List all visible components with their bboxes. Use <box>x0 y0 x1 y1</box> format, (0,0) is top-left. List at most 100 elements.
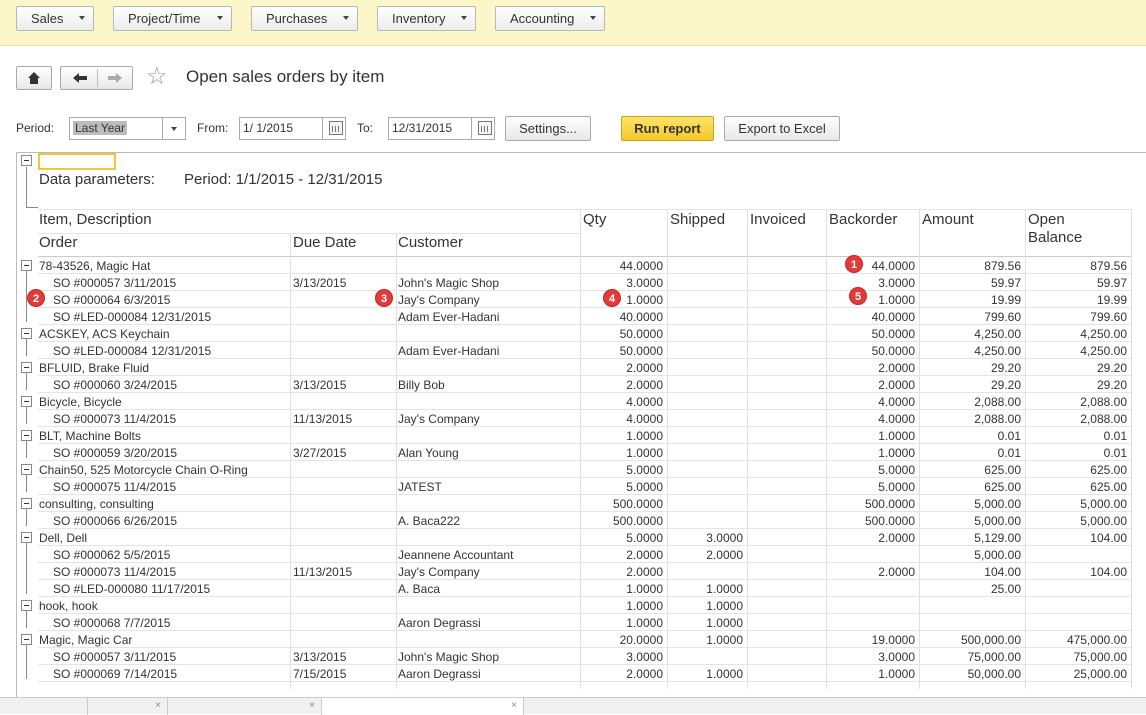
amount-cell: 625.00 <box>984 463 1021 477</box>
header-open-balance-line2: Balance <box>1028 229 1083 246</box>
qty-cell: 3.0000 <box>626 650 663 664</box>
due-date-cell: 11/13/2015 <box>293 565 353 579</box>
qty-cell: 1.0000 <box>626 293 663 307</box>
due-date-cell: 3/13/2015 <box>293 650 347 664</box>
backorder-cell: 5.0000 <box>878 463 915 477</box>
open-cell: 799.60 <box>1090 310 1127 324</box>
header-item-description: Item, Description <box>39 211 152 228</box>
close-icon[interactable]: × <box>155 700 161 711</box>
customer-cell: Jay's Company <box>398 412 480 426</box>
order-label: SO #000060 3/24/2015 <box>53 378 178 392</box>
amount-cell: 5,000.00 <box>974 548 1021 562</box>
order-label: SO #000075 11/4/2015 <box>53 480 177 494</box>
qty-cell: 5.0000 <box>626 531 663 545</box>
window-tab[interactable]: × <box>88 698 168 715</box>
shipped-cell: 1.0000 <box>706 616 743 630</box>
annotation-badge-3: 3 <box>375 289 393 307</box>
window-tab-active[interactable]: × <box>322 698 524 715</box>
shipped-cell: 1.0000 <box>706 599 743 613</box>
page-title: Open sales orders by item <box>186 67 385 86</box>
order-label: SO #000064 6/3/2015 <box>53 293 171 307</box>
menu-project-time[interactable]: Project/Time <box>113 6 232 31</box>
customer-cell: Alan Young <box>398 446 459 460</box>
chevron-down-icon <box>217 16 223 20</box>
chevron-down-icon <box>461 16 467 20</box>
collapse-icon[interactable] <box>21 464 32 475</box>
settings-button[interactable]: Settings... <box>505 116 591 141</box>
qty-cell: 1.0000 <box>626 599 663 613</box>
calendar-icon[interactable] <box>471 118 494 139</box>
customer-cell: John's Magic Shop <box>398 650 500 664</box>
open-cell: 879.56 <box>1090 259 1127 273</box>
item-group-label: ACSKEY, ACS Keychain <box>39 327 170 341</box>
amount-cell: 5,000.00 <box>974 514 1021 528</box>
to-date-input[interactable]: 12/31/2015 <box>388 117 495 140</box>
menu-inventory[interactable]: Inventory <box>377 6 476 31</box>
item-group-label: Bicycle, Bicycle <box>39 395 122 409</box>
customer-cell: Billy Bob <box>398 378 445 392</box>
customer-cell: John's Magic Shop <box>398 276 500 290</box>
chevron-down-icon <box>343 16 349 20</box>
favorite-star-icon[interactable]: ☆ <box>146 64 168 90</box>
backorder-cell: 500.0000 <box>864 514 915 528</box>
annotation-badge-1: 1 <box>845 255 863 273</box>
qty-cell: 5.0000 <box>626 480 663 494</box>
qty-cell: 3.0000 <box>626 276 663 290</box>
period-select[interactable]: Last Year <box>69 117 186 140</box>
report-table: Data parameters: Period: 1/1/2015 - 12/3… <box>16 152 1146 697</box>
collapse-icon[interactable] <box>21 532 32 543</box>
cell-cursor[interactable] <box>38 153 116 170</box>
qty-cell: 2.0000 <box>626 565 663 579</box>
history-nav <box>60 66 133 90</box>
chevron-down-icon[interactable] <box>162 118 185 139</box>
menu-purchases[interactable]: Purchases <box>251 6 358 31</box>
customer-cell: A. Baca <box>398 582 441 596</box>
open-cell: 625.00 <box>1090 463 1127 477</box>
order-label: SO #000059 3/20/2015 <box>53 446 178 460</box>
annotation-badge-4: 4 <box>603 289 621 307</box>
backorder-cell: 19.0000 <box>871 633 915 647</box>
collapse-icon[interactable] <box>21 260 32 271</box>
open-cell: 104.00 <box>1090 565 1127 579</box>
open-cell: 4,250.00 <box>1080 327 1127 341</box>
backorder-cell: 1.0000 <box>878 293 915 307</box>
params-value: Period: 1/1/2015 - 12/31/2015 <box>184 171 383 188</box>
menu-label: Inventory <box>392 11 446 26</box>
menu-sales[interactable]: Sales <box>16 6 94 31</box>
order-label: SO #000068 7/7/2015 <box>53 616 171 630</box>
export-excel-button[interactable]: Export to Excel <box>724 116 840 141</box>
calendar-icon[interactable] <box>322 118 345 139</box>
collapse-icon[interactable] <box>21 600 32 611</box>
window-tab[interactable]: × <box>168 698 322 715</box>
close-icon[interactable]: × <box>511 700 517 711</box>
from-date-input[interactable]: 1/ 1/2015 <box>239 117 346 140</box>
amount-cell: 0.01 <box>997 429 1021 443</box>
close-icon[interactable]: × <box>309 700 315 711</box>
run-report-button[interactable]: Run report <box>621 116 714 141</box>
order-label: SO #000069 7/14/2015 <box>53 667 178 681</box>
open-cell: 2,088.00 <box>1080 395 1127 409</box>
menu-accounting[interactable]: Accounting <box>495 6 605 31</box>
back-icon[interactable] <box>61 67 97 89</box>
open-cell: 0.01 <box>1103 446 1127 460</box>
backorder-cell: 50.0000 <box>871 344 915 358</box>
collapse-icon[interactable] <box>21 155 32 166</box>
collapse-icon[interactable] <box>21 498 32 509</box>
collapse-icon[interactable] <box>21 396 32 407</box>
forward-icon[interactable] <box>98 67 133 89</box>
annotation-badge-5: 5 <box>849 287 867 305</box>
collapse-icon[interactable] <box>21 430 32 441</box>
collapse-icon[interactable] <box>21 362 32 373</box>
customer-cell: Adam Ever-Hadani <box>398 344 500 358</box>
collapse-icon[interactable] <box>21 328 32 339</box>
open-cell: 104.00 <box>1090 531 1127 545</box>
home-button[interactable] <box>16 66 52 90</box>
collapse-icon[interactable] <box>21 634 32 645</box>
window-tabs-bar: × × × <box>0 697 1146 715</box>
qty-cell: 20.0000 <box>619 633 663 647</box>
customer-cell: Jeannene Accountant <box>398 548 514 562</box>
window-tab[interactable] <box>0 698 88 715</box>
backorder-cell: 4.0000 <box>878 412 915 426</box>
order-label: SO #000057 3/11/2015 <box>53 650 177 664</box>
open-cell: 475,000.00 <box>1066 633 1127 647</box>
